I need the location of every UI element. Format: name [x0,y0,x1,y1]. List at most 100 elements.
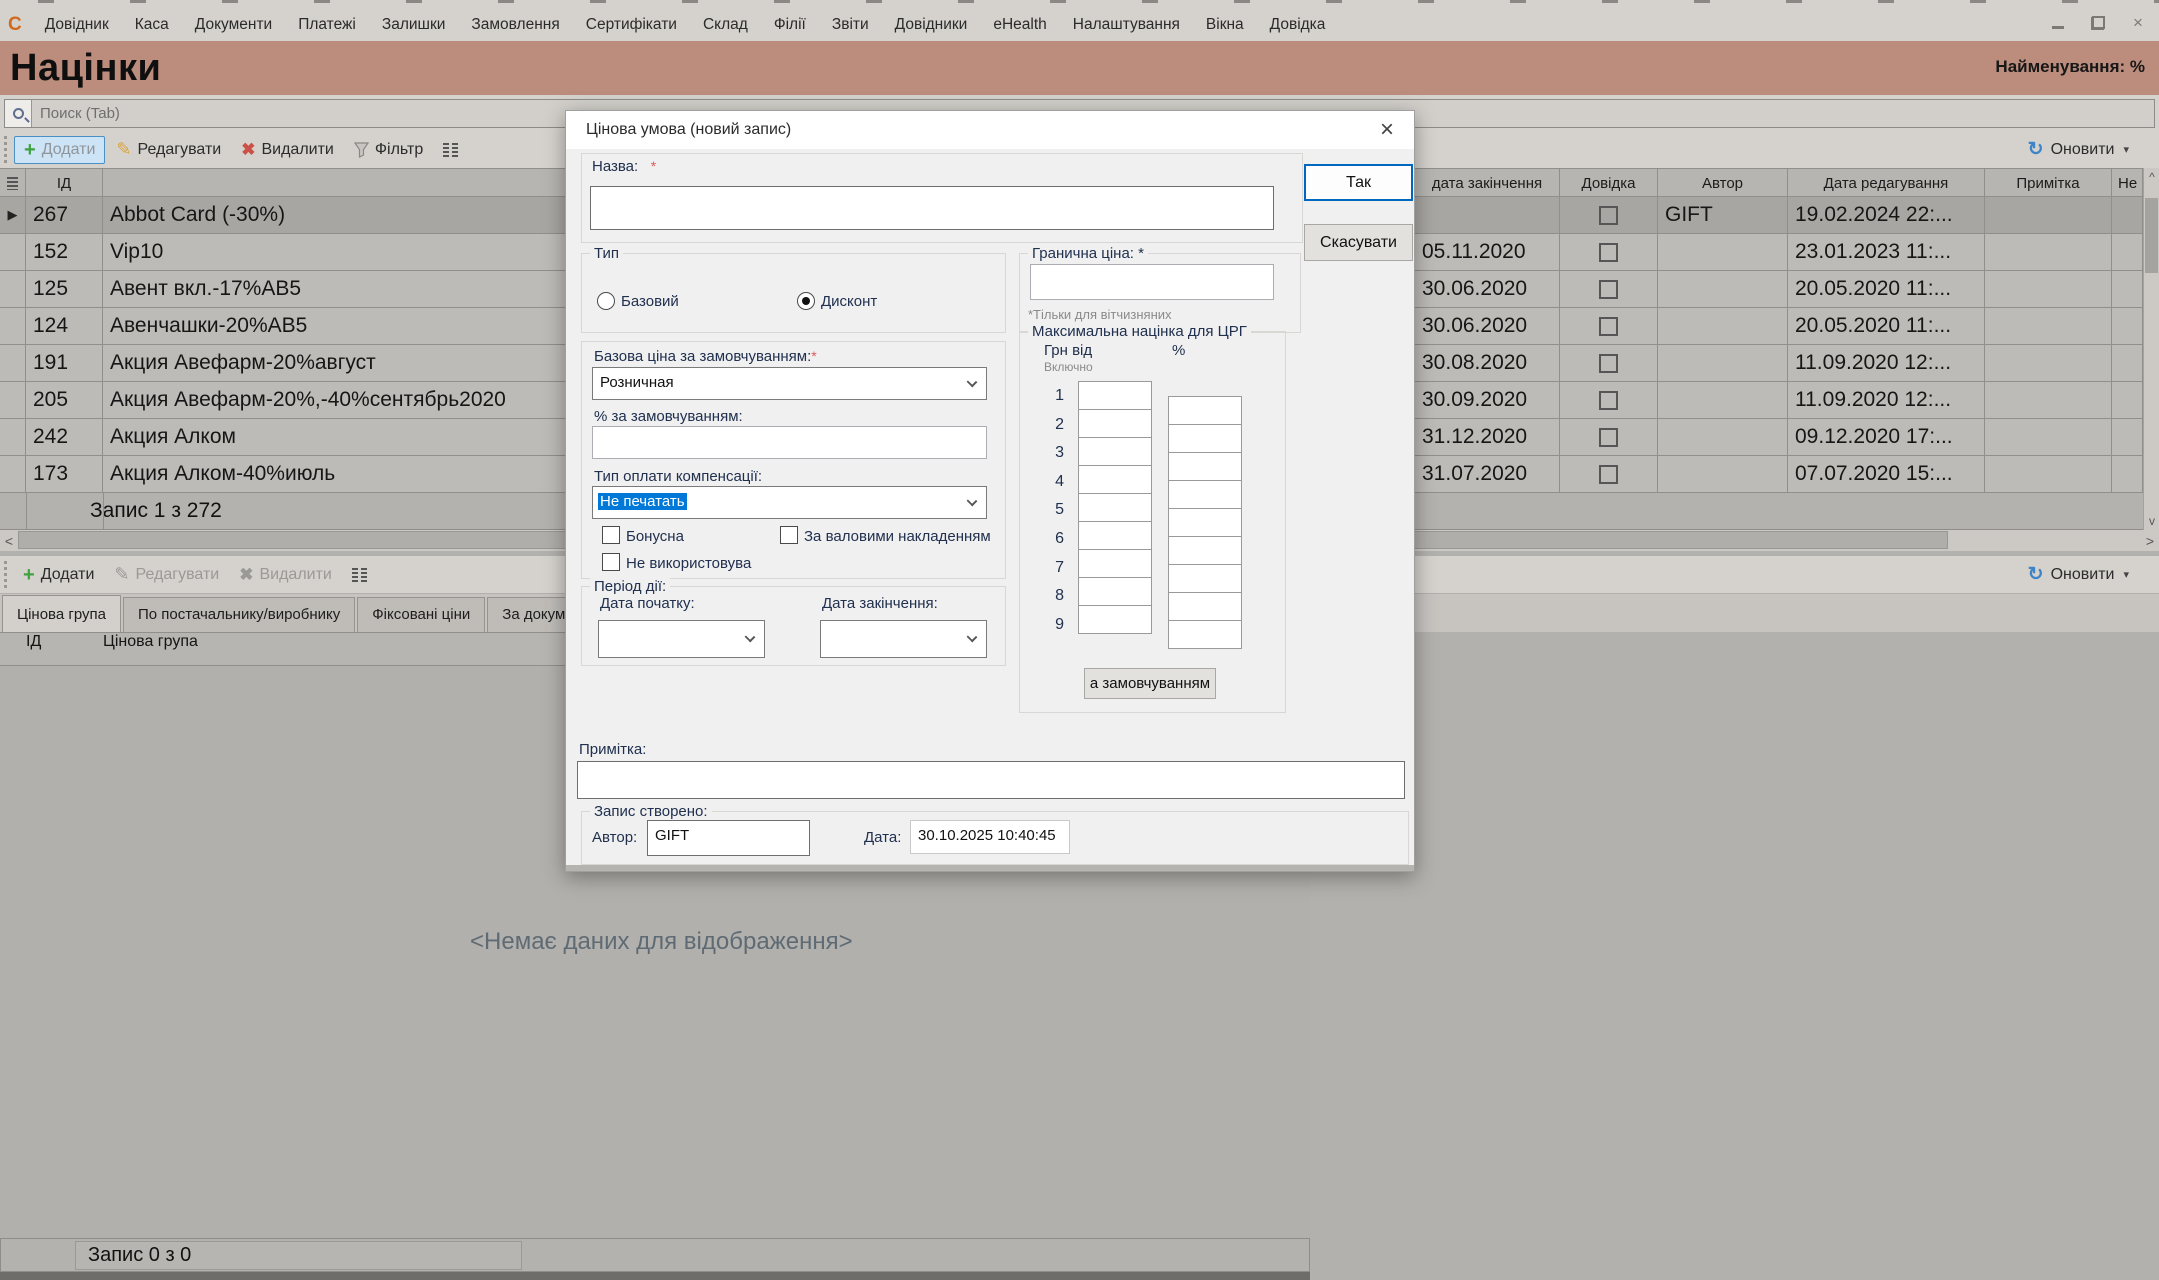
dovidka-checkbox[interactable] [1599,465,1618,484]
dovidka-checkbox[interactable] [1599,243,1618,262]
grip-icon [7,177,18,190]
radio-discount[interactable] [797,292,815,310]
note-input[interactable] [577,761,1405,799]
percent-input[interactable] [1168,452,1242,481]
menu-vikna[interactable]: Вікна [1193,12,1257,38]
scroll-down-icon[interactable]: v [2144,512,2159,530]
menu-dovidnyky[interactable]: Довідники [882,12,981,38]
default-percent-input[interactable] [592,426,987,459]
percent-input[interactable] [1168,396,1242,425]
menu-nalashtuvannia[interactable]: Налаштування [1060,12,1193,38]
menu-sertyfikaty[interactable]: Сертифікати [573,12,690,38]
start-date-select[interactable] [598,620,765,658]
close-button[interactable]: × [2125,11,2151,35]
column-header-editdate[interactable]: Дата редагування [1788,169,1985,197]
uah-input[interactable] [1078,549,1152,578]
percent-input[interactable] [1168,592,1242,621]
uah-input[interactable] [1078,409,1152,438]
menu-zalyshky[interactable]: Залишки [369,12,459,38]
tab-fixed-prices[interactable]: Фіксовані ціни [357,597,485,632]
menu-ehealth[interactable]: eHealth [980,12,1059,38]
dovidka-checkbox[interactable] [1599,280,1618,299]
inclusive-label: Включно [1044,360,1093,374]
column-header-id-lower[interactable]: ІД [26,633,103,666]
scroll-right-icon[interactable]: > [2141,530,2159,551]
default-markup-button[interactable]: а замовчуванням [1084,668,1216,699]
column-header-clipped[interactable]: Не [2112,169,2143,197]
add-button-lower[interactable]: +Додати [14,562,103,588]
percent-input[interactable] [1168,620,1242,649]
percent-input[interactable] [1168,564,1242,593]
uah-input[interactable] [1078,577,1152,606]
lower-record-counter-panel: Запис 0 з 0 [75,1241,522,1270]
uah-input[interactable] [1078,493,1152,522]
name-label: Назва: * [592,158,656,175]
uah-input[interactable] [1078,521,1152,550]
column-header-note[interactable]: Примітка [1985,169,2112,197]
uah-input[interactable] [1078,437,1152,466]
columns-button-lower[interactable] [343,564,377,586]
ok-button[interactable]: Так [1304,164,1413,201]
radio-base[interactable] [597,292,615,310]
menu-zamovlennia[interactable]: Замовлення [458,12,572,38]
refresh-button-top[interactable]: ↻Оновити▾ [2028,138,2129,161]
percent-input[interactable] [1168,424,1242,453]
filter-button[interactable]: Фільтр [345,137,432,163]
edit-button-lower[interactable]: ✎Редагувати [105,560,228,589]
dovidka-checkbox[interactable] [1599,317,1618,336]
scroll-left-icon[interactable]: < [0,530,18,551]
vertical-scrollbar[interactable]: ^ v [2143,168,2159,530]
cancel-button[interactable]: Скасувати [1304,224,1413,261]
dovidka-checkbox[interactable] [1599,354,1618,373]
menu-sklad[interactable]: Склад [690,12,761,38]
add-button[interactable]: +Додати [14,136,105,164]
column-header-group[interactable]: Цінова група [103,633,600,666]
gross-checkbox[interactable] [780,526,798,544]
name-input[interactable] [590,186,1274,230]
pencil-icon: ✎ [116,139,131,160]
column-header-id[interactable]: ІД [26,169,103,197]
delete-button-lower[interactable]: ✖Видалити [230,561,341,589]
menu-dovidnyk[interactable]: Довідник [32,12,122,38]
column-header-author[interactable]: Автор [1658,169,1788,197]
delete-button[interactable]: ✖Видалити [232,136,343,164]
minimize-button[interactable] [2045,11,2071,35]
dialog-title: Цінова умова (новий запис) [586,121,791,139]
limit-price-input[interactable] [1030,264,1274,300]
unused-checkbox[interactable] [602,553,620,571]
compensation-select[interactable]: Не печатать [592,486,987,519]
refresh-button-bottom[interactable]: ↻Оновити▾ [2028,563,2129,586]
author-input[interactable]: GIFT [647,820,810,856]
dovidka-checkbox[interactable] [1599,428,1618,447]
restore-button[interactable] [2085,11,2111,35]
menu-zvity[interactable]: Звіти [819,12,882,38]
end-date-select[interactable] [820,620,987,658]
bonus-checkbox[interactable] [602,526,620,544]
vertical-scroll-thumb[interactable] [2145,198,2158,273]
columns-button[interactable] [434,139,468,161]
menu-filii[interactable]: Філії [761,12,819,38]
percent-input[interactable] [1168,508,1242,537]
edit-button[interactable]: ✎Редагувати [107,135,230,164]
scroll-up-icon[interactable]: ^ [2144,168,2159,186]
menu-platezhi[interactable]: Платежі [285,12,369,38]
menu-dovidka[interactable]: Довідка [1257,12,1339,38]
dovidka-checkbox[interactable] [1599,391,1618,410]
percent-input[interactable] [1168,536,1242,565]
menu-kasa[interactable]: Каса [122,12,182,38]
base-price-select[interactable]: Розничная [592,367,987,400]
uah-input[interactable] [1078,465,1152,494]
tab-supplier[interactable]: По постачальнику/виробнику [123,597,355,632]
dovidka-checkbox[interactable] [1599,206,1618,225]
column-header-enddate[interactable]: дата закінчення [1415,169,1560,197]
created-date-input[interactable]: 30.10.2025 10:40:45 [910,820,1070,854]
percent-input[interactable] [1168,480,1242,509]
column-header-reference[interactable]: Довідка [1560,169,1658,197]
required-asterisk: * [811,348,816,364]
menu-dokumenty[interactable]: Документи [182,12,285,38]
uah-input[interactable] [1078,381,1152,410]
dialog-title-bar[interactable]: Цінова умова (новий запис) × [566,111,1414,149]
tab-price-group[interactable]: Цінова група [2,595,121,632]
dialog-close-icon[interactable]: × [1372,115,1402,145]
uah-input[interactable] [1078,605,1152,634]
